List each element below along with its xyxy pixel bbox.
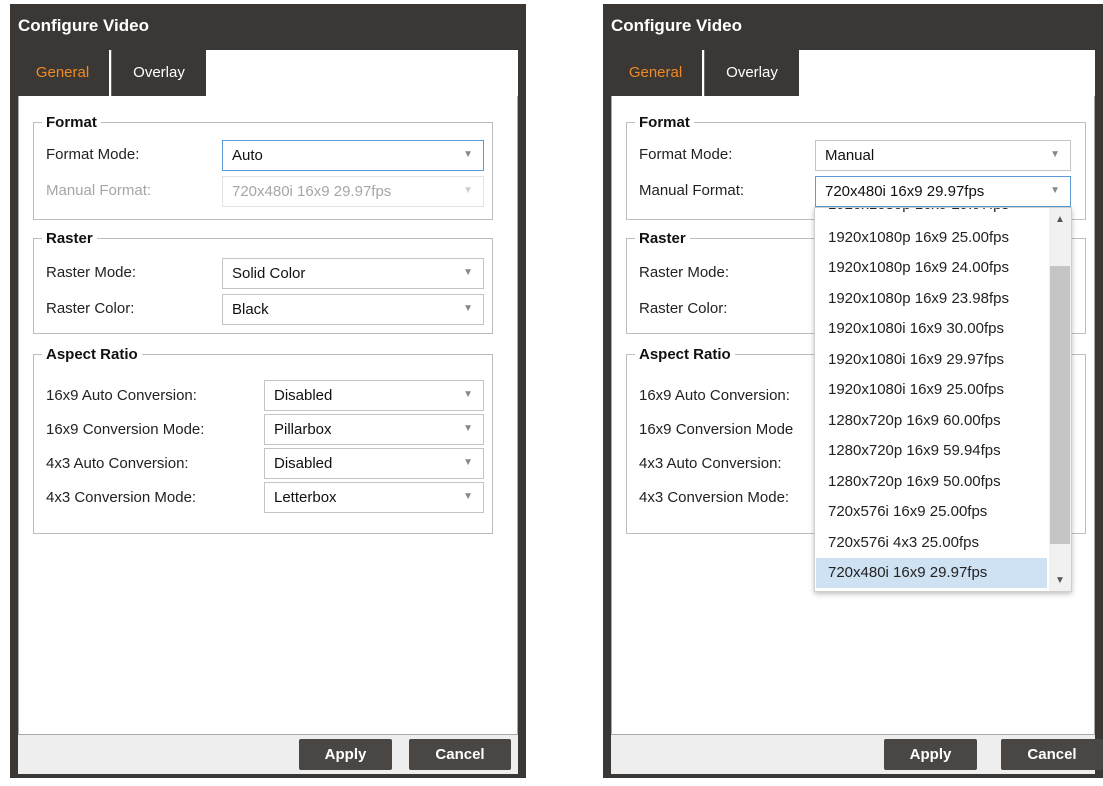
manual-format-value: 720x480i 16x9 29.97fps [825, 183, 985, 200]
raster-color-value: Black [232, 301, 269, 318]
aspect-row-label: 4x3 Auto Conversion: [46, 455, 189, 472]
format-mode-select[interactable]: Auto ▼ [222, 140, 484, 171]
tab-overlay[interactable]: Overlay [704, 50, 799, 96]
cancel-button[interactable]: Cancel [409, 739, 511, 770]
dropdown-option[interactable]: 1920x1080p 16x9 29.97fps [816, 208, 1047, 220]
tab-overlay[interactable]: Overlay [111, 50, 206, 96]
manual-format-label: Manual Format: [639, 182, 745, 199]
configure-video-dialog-general: Configure Video General Overlay Format F… [10, 4, 526, 778]
format-mode-label: Format Mode: [639, 146, 733, 163]
dialog-content: Format Format Mode: Auto ▼ Manual Format… [18, 96, 518, 735]
aspect-row-label: 4x3 Conversion Mode: [46, 489, 197, 506]
aspect-row-label: 16x9 Conversion Mode [639, 421, 794, 438]
tab-general[interactable]: General [609, 50, 702, 96]
dropdown-option[interactable]: 1920x1080p 16x9 23.98fps [816, 284, 1047, 314]
aspect-row-value: Pillarbox [274, 421, 332, 438]
tab-general[interactable]: General [16, 50, 109, 96]
raster-color-select[interactable]: Black ▼ [222, 294, 484, 325]
raster-mode-value: Solid Color [232, 265, 306, 282]
aspect-ratio-legend: Aspect Ratio [639, 346, 731, 363]
raster-color-label: Raster Color: [46, 300, 135, 317]
dropdown-option[interactable]: 1280x720p 16x9 50.00fps [816, 467, 1047, 497]
chevron-down-icon: ▼ [463, 423, 473, 434]
dropdown-option[interactable]: 1280x720p 16x9 60.00fps [816, 406, 1047, 436]
chevron-down-icon: ▼ [1050, 185, 1060, 196]
dropdown-option[interactable]: 1920x1080p 16x9 24.00fps [816, 253, 1047, 283]
tab-bar: General Overlay [16, 50, 518, 96]
manual-format-select: 720x480i 16x9 29.97fps ▼ [222, 176, 484, 207]
raster-legend: Raster [639, 230, 686, 247]
chevron-down-icon: ▼ [463, 389, 473, 400]
raster-mode-select[interactable]: Solid Color ▼ [222, 258, 484, 289]
raster-mode-label: Raster Mode: [46, 264, 137, 281]
dropdown-scrollbar[interactable]: ▲ ▼ [1049, 208, 1071, 591]
manual-format-dropdown-list[interactable]: 1920x1080p 16x9 29.97fps 1920x1080p 16x9… [814, 207, 1072, 592]
format-legend: Format [46, 114, 97, 131]
chevron-down-icon: ▼ [463, 491, 473, 502]
chevron-down-icon: ▼ [463, 185, 473, 196]
chevron-down-icon: ▼ [463, 457, 473, 468]
aspect-16x9-mode-select[interactable]: Pillarbox ▼ [264, 414, 484, 445]
dropdown-option[interactable]: 1920x1080p 16x9 25.00fps [816, 223, 1047, 253]
dropdown-option[interactable]: 1920x1080i 16x9 29.97fps [816, 345, 1047, 375]
cancel-button[interactable]: Cancel [1001, 739, 1103, 770]
aspect-row-label: 4x3 Auto Conversion: [639, 455, 782, 472]
aspect-16x9-auto-select[interactable]: Disabled ▼ [264, 380, 484, 411]
chevron-down-icon: ▼ [1050, 149, 1060, 160]
aspect-row-value: Disabled [274, 455, 333, 472]
chevron-down-icon: ▼ [463, 149, 473, 160]
manual-format-select[interactable]: 720x480i 16x9 29.97fps ▼ [815, 176, 1071, 207]
format-mode-value: Manual [825, 147, 875, 164]
dropdown-option[interactable]: 1920x1080i 16x9 30.00fps [816, 314, 1047, 344]
aspect-row-value: Letterbox [274, 489, 337, 506]
manual-format-value: 720x480i 16x9 29.97fps [232, 183, 392, 200]
dialog-title: Configure Video [611, 16, 742, 35]
aspect-row-label: 16x9 Conversion Mode: [46, 421, 205, 438]
chevron-down-icon: ▼ [463, 303, 473, 314]
scrollbar-thumb[interactable] [1050, 266, 1070, 544]
dropdown-option[interactable]: 720x576i 16x9 25.00fps [816, 497, 1047, 527]
dialog-title: Configure Video [18, 16, 149, 35]
dialog-footer: Apply Cancel [611, 735, 1103, 774]
format-mode-select[interactable]: Manual ▼ [815, 140, 1071, 171]
aspect-row-label: 16x9 Auto Conversion: [46, 387, 197, 404]
aspect-row-label: 16x9 Auto Conversion: [639, 387, 790, 404]
aspect-row-value: Disabled [274, 387, 333, 404]
aspect-ratio-legend: Aspect Ratio [46, 346, 138, 363]
apply-button[interactable]: Apply [299, 739, 392, 770]
dropdown-option-selected[interactable]: 720x480i 16x9 29.97fps [816, 558, 1047, 588]
dialog-footer: Apply Cancel [18, 735, 518, 774]
manual-format-label: Manual Format: [46, 182, 152, 199]
apply-button[interactable]: Apply [884, 739, 977, 770]
aspect-4x3-auto-select[interactable]: Disabled ▼ [264, 448, 484, 479]
aspect-row-label: 4x3 Conversion Mode: [639, 489, 790, 506]
chevron-down-icon: ▼ [463, 267, 473, 278]
dropdown-option[interactable]: 1920x1080i 16x9 25.00fps [816, 375, 1047, 405]
dropdown-option[interactable]: 1280x720p 16x9 59.94fps [816, 436, 1047, 466]
raster-color-label: Raster Color: [639, 300, 728, 317]
raster-legend: Raster [46, 230, 93, 247]
format-mode-label: Format Mode: [46, 146, 140, 163]
chevron-down-icon[interactable]: ▼ [1049, 571, 1071, 591]
chevron-up-icon[interactable]: ▲ [1049, 210, 1071, 230]
aspect-4x3-mode-select[interactable]: Letterbox ▼ [264, 482, 484, 513]
format-legend: Format [639, 114, 690, 131]
dropdown-option[interactable]: 720x576i 4x3 25.00fps [816, 528, 1047, 558]
raster-mode-label: Raster Mode: [639, 264, 730, 281]
tab-bar: General Overlay [609, 50, 1095, 96]
format-mode-value: Auto [232, 147, 263, 164]
